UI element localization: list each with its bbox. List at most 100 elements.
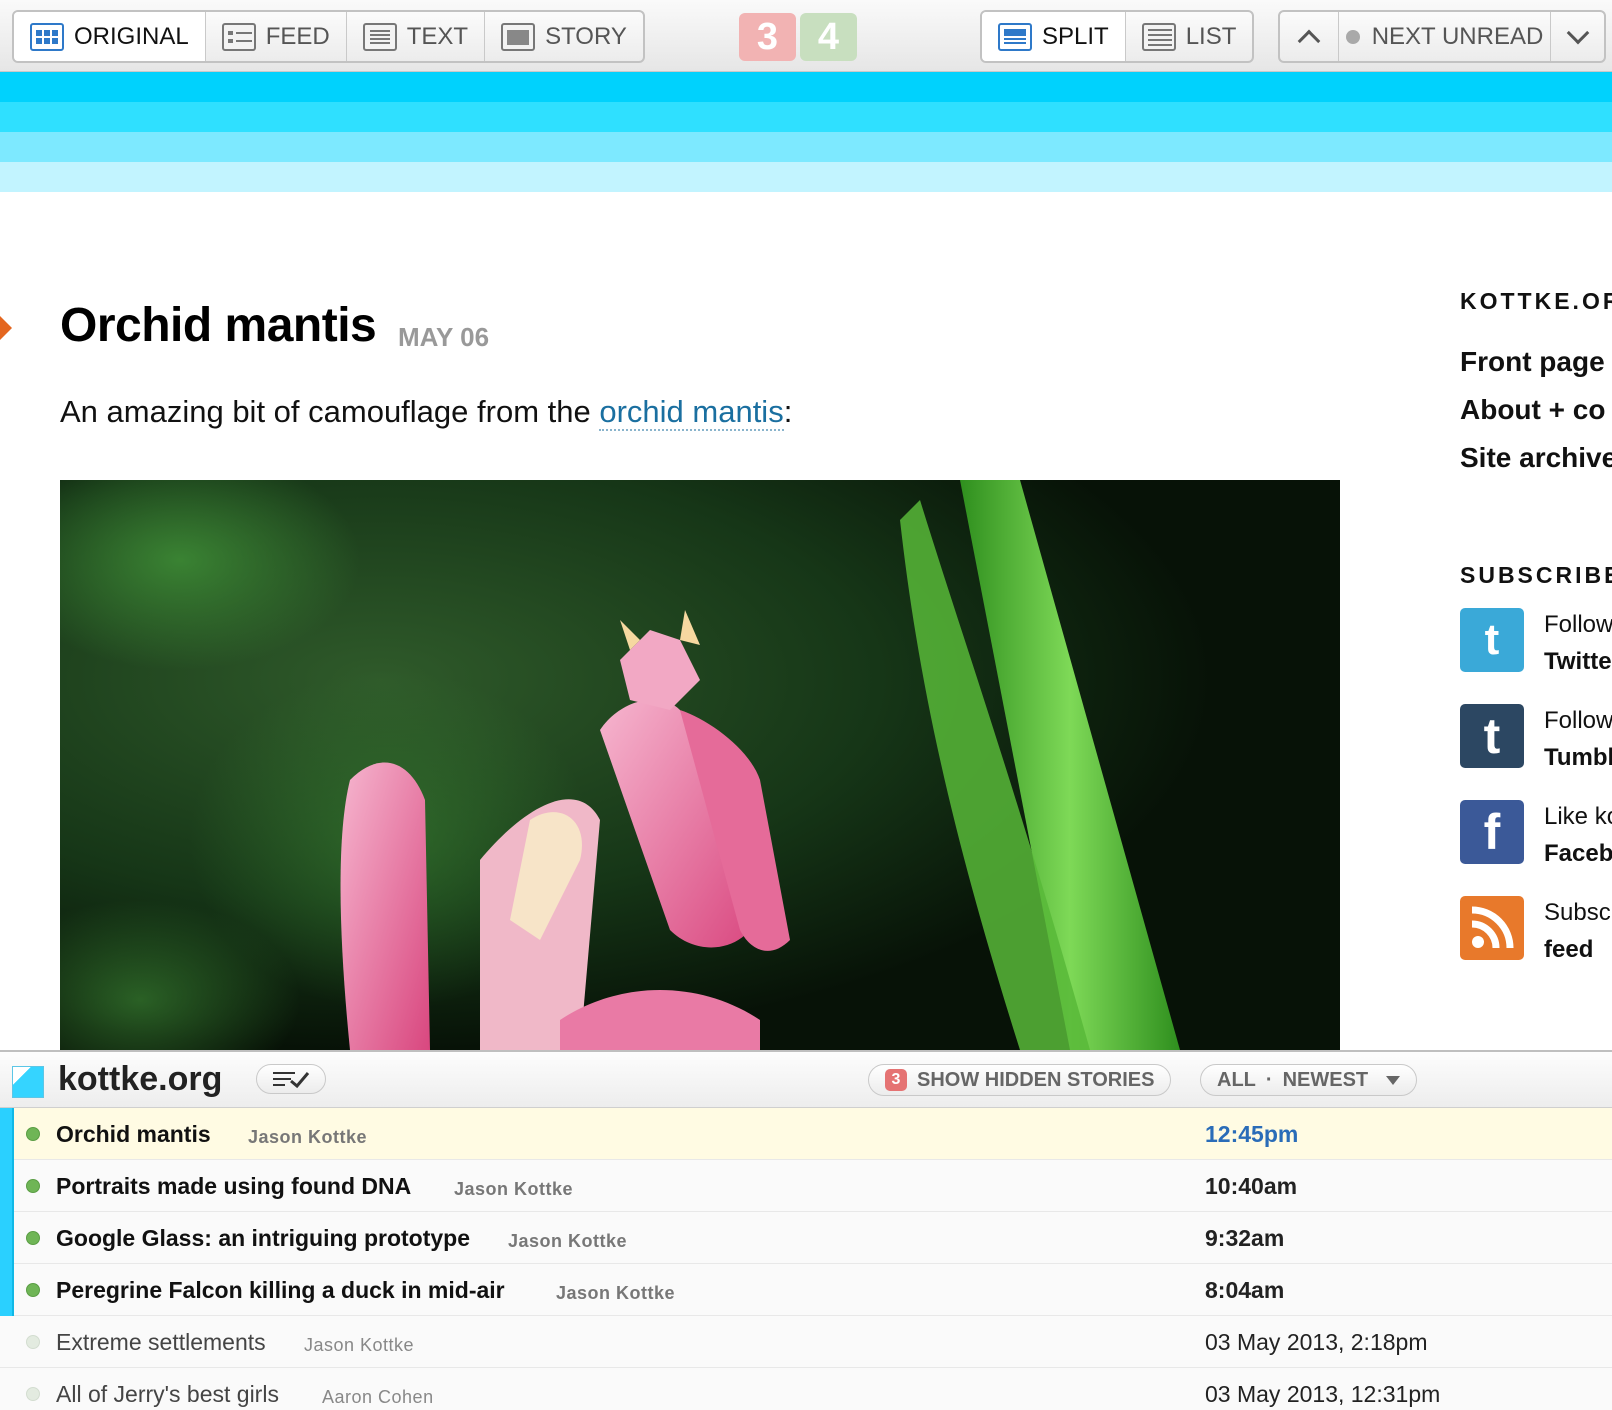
dropdown-arrow-icon [1386,1075,1401,1085]
original-view-button[interactable]: ORIGINAL [14,12,205,61]
story-navigation: NEXT UNREAD [1278,10,1606,63]
story-options-button[interactable] [1550,12,1604,61]
story-title: Portraits made using found DNA [56,1173,412,1199]
sidebar-link-archive[interactable]: Site archive [1460,442,1612,474]
twitter-line1: Follow [1544,611,1612,638]
story-list-pane: kottke.org 3 SHOW HIDDEN STORIES ALL · N… [0,1050,1612,1410]
facebook-like-text[interactable]: Like ko Faceb [1544,798,1612,872]
twitter-icon[interactable]: t [1460,608,1524,672]
story-pane-header: kottke.org 3 SHOW HIDDEN STORIES ALL · N… [0,1052,1612,1108]
story-author: Jason Kottke [304,1335,415,1355]
hidden-count-badge: 3 [885,1069,907,1091]
story-row[interactable]: Portraits made using found DNA Jason Kot… [0,1160,1612,1212]
mark-all-read-button[interactable] [256,1064,326,1094]
twitter-follow-text[interactable]: Follow Twitte [1544,606,1612,680]
story-title: Orchid mantis [56,1121,211,1147]
sidebar-link-about[interactable]: About + co [1460,394,1605,426]
positive-count-badge[interactable]: 4 [800,13,857,61]
tumblr-line1: Follow [1544,707,1612,734]
header-stripe [0,72,1612,102]
intelligence-counts: 3 4 [739,13,857,61]
unread-bar [0,1108,14,1160]
intro-text-end: : [783,394,793,429]
header-stripe [0,102,1612,132]
unread-status-icon [26,1179,40,1193]
story-row[interactable]: Orchid mantis Jason Kottke 12:45pm [0,1108,1612,1160]
story-author: Aaron Cohen [322,1387,434,1407]
previous-story-button[interactable] [1280,12,1338,61]
text-view-icon [362,22,397,51]
kottke-favicon-icon [12,1066,44,1098]
tumblr-follow-text[interactable]: Follow Tumbl [1544,702,1612,776]
split-layout-button[interactable]: SPLIT [982,12,1125,61]
story-date: 03 May 2013, 2:18pm [1205,1329,1428,1355]
rss-glyph [1471,906,1514,949]
article-intro: An amazing bit of camouflage from the or… [60,394,793,431]
story-order-dropdown[interactable]: ALL · NEWEST [1200,1064,1418,1096]
feed-title[interactable]: kottke.org [58,1060,222,1099]
layout-switcher: SPLIT LIST [980,10,1255,63]
orchid-mantis-photo [60,480,1340,1050]
next-unread-button[interactable]: NEXT UNREAD [1338,12,1550,61]
site-header-stripes [0,72,1612,194]
orchid-mantis-link[interactable]: orchid mantis [599,394,784,431]
story-row[interactable]: All of Jerry's best girls Aaron Cohen 03… [0,1368,1612,1410]
read-status-icon [26,1387,40,1401]
story-row[interactable]: Peregrine Falcon killing a duck in mid-a… [0,1264,1612,1316]
unread-status-icon [26,1283,40,1297]
text-view-label: TEXT [406,22,469,50]
intro-text: An amazing bit of camouflage from the [60,394,600,429]
show-hidden-label: SHOW HIDDEN STORIES [917,1068,1155,1091]
text-view-button[interactable]: TEXT [345,12,484,61]
reader-toolbar: ORIGINAL FEED TEXT STORY 3 4 SPLIT LIST [0,0,1612,72]
view-mode-switcher: ORIGINAL FEED TEXT STORY [12,10,645,63]
story-author: Jason Kottke [508,1231,628,1251]
chevron-up-icon [1297,29,1321,52]
story-view-icon [501,22,536,51]
story-date: 10:40am [1205,1173,1298,1199]
unread-bar [0,1160,14,1212]
next-unread-label: NEXT UNREAD [1371,22,1544,50]
original-view-label: ORIGINAL [74,22,189,50]
story-date: 03 May 2013, 12:31pm [1205,1381,1441,1407]
tumblr-line2: Tumbl [1544,744,1612,771]
story-date: 8:04am [1205,1277,1285,1303]
story-row[interactable]: Extreme settlements Jason Kottke 03 May … [0,1316,1612,1368]
chevron-down-icon [1566,21,1589,44]
current-story-marker-icon [0,316,12,340]
show-hidden-stories-button[interactable]: 3 SHOW HIDDEN STORIES [868,1064,1172,1096]
filter-separator: · [1265,1068,1273,1091]
facebook-line1: Like ko [1544,803,1612,830]
split-layout-icon [998,22,1032,51]
header-stripe [0,162,1612,192]
story-date: 12:45pm [1205,1121,1299,1147]
unread-dot-icon [1345,29,1360,44]
header-stripe [0,132,1612,162]
rss-subscribe-text[interactable]: Subsc feed [1544,894,1611,968]
story-author: Jason Kottke [248,1127,368,1147]
negative-count-badge[interactable]: 3 [739,13,796,61]
twitter-line2: Twitte [1544,648,1612,675]
read-status-icon [26,1335,40,1349]
rss-icon[interactable] [1460,896,1524,960]
sidebar-subscribe-heading: SUBSCRIBE [1460,562,1612,588]
facebook-icon[interactable]: f [1460,800,1524,864]
feed-view-button[interactable]: FEED [204,12,346,61]
story-author: Jason Kottke [556,1283,676,1303]
original-view-icon [30,22,64,51]
article-title[interactable]: Orchid mantis [60,298,377,353]
rss-line2: feed [1544,936,1594,963]
story-row[interactable]: Google Glass: an intriguing prototype Ja… [0,1212,1612,1264]
article-date: MAY 06 [398,322,490,352]
story-title: Peregrine Falcon killing a duck in mid-a… [56,1277,505,1303]
unread-status-icon [26,1231,40,1245]
tumblr-icon[interactable]: t [1460,704,1524,768]
unread-bar [0,1264,14,1316]
sidebar-link-front-page[interactable]: Front page [1460,346,1605,378]
story-view-button[interactable]: STORY [484,12,643,61]
split-layout-label: SPLIT [1042,22,1109,50]
list-layout-button[interactable]: LIST [1124,12,1253,61]
feed-view-label: FEED [265,22,330,50]
feed-view-icon [221,22,256,51]
rss-line1: Subsc [1544,899,1611,926]
